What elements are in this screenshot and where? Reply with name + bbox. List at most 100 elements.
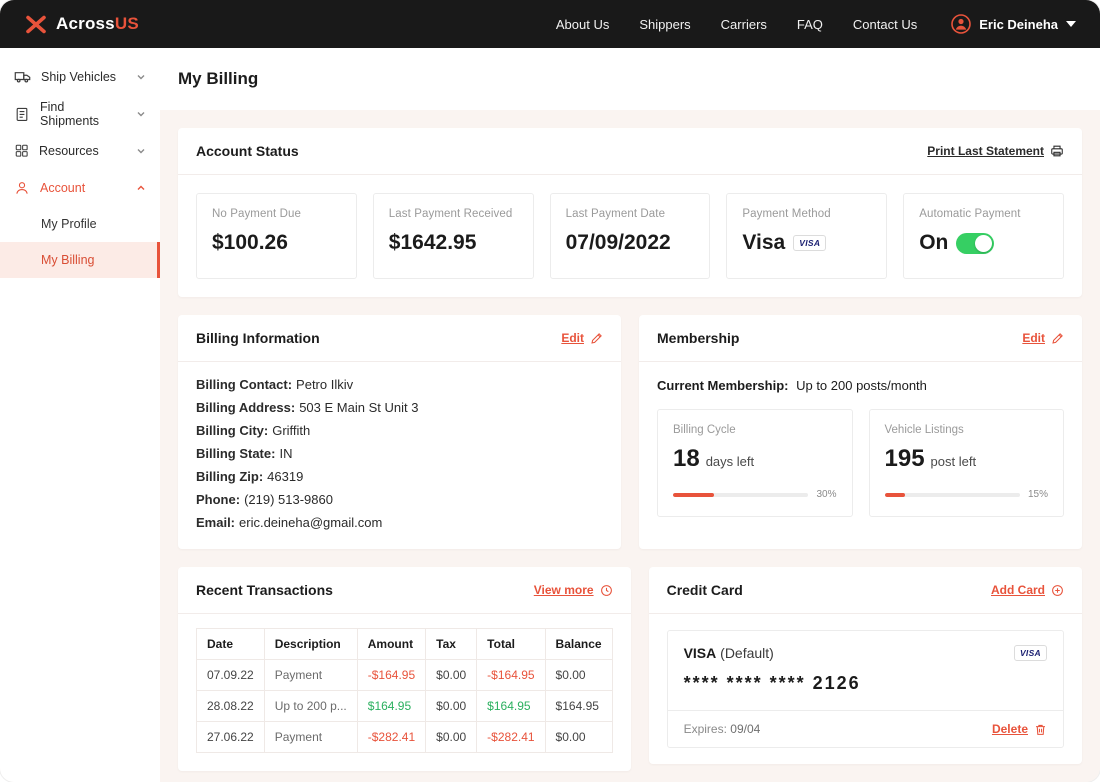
account-status-card: Account Status Print Last Statement No P… [178,128,1082,297]
cell-date: 28.08.22 [196,690,265,722]
field-billing-zip: Billing Zip: 46319 [196,469,304,484]
stat-no-payment-due: No Payment Due $100.26 [196,193,357,279]
card-number: **** **** **** 2126 [683,673,861,693]
recent-transactions-card: Recent Transactions View more Date Descr… [178,567,631,771]
plus-circle-icon [1051,584,1064,597]
table-row: 27.06.22 Payment -$282.41 $0.00 -$282.41… [196,721,613,753]
nav-link-faq[interactable]: FAQ [797,17,823,32]
sidebar-item-label: Find Shipments [40,99,100,128]
membership-card: Membership Edit Current Membership: Up t… [639,315,1082,549]
meter-number: 18 [673,445,700,472]
stat-value: 07/09/2022 [565,231,671,254]
membership-title: Membership [657,330,740,346]
nav-link-about-us[interactable]: About Us [556,17,609,32]
credit-card-body: VISA (Default) VISA **** **** **** 2126 … [649,614,1082,764]
sidebar-item-my-profile[interactable]: My Profile [0,206,160,242]
progress-percent: 30% [816,489,837,500]
visa-badge: VISA [1013,645,1047,661]
sidebar-item-label: Ship Vehicles [41,69,117,84]
stat-label: Last Payment Date [565,208,666,220]
meter-label: Billing Cycle [673,424,736,436]
stat-label: Last Payment Received [388,208,513,220]
field-billing-state: Billing State: IN [196,446,293,461]
col-header-tax: Tax [425,628,478,660]
meter-unit: post left [930,454,977,469]
delete-card-link[interactable]: Delete [992,722,1047,736]
billing-information-title: Billing Information [196,330,320,346]
view-more-link[interactable]: View more [534,583,613,597]
chevron-down-icon [136,72,146,82]
sidebar-item-account[interactable]: Account [0,169,160,206]
print-last-statement-link[interactable]: Print Last Statement [927,144,1064,158]
brand-name: AcrossUS [56,14,139,33]
table-row: 07.09.22 Payment -$164.95 $0.00 -$164.95… [196,659,613,691]
nav-link-shippers[interactable]: Shippers [639,17,690,32]
sub-item-label: My Billing [41,253,95,267]
user-avatar-icon [951,14,972,34]
person-icon [14,180,30,196]
user-name: Eric Deineha [979,16,1058,32]
stat-label: Automatic Payment [919,208,1021,220]
stat-label: No Payment Due [212,208,301,220]
stat-last-payment-date: Last Payment Date 07/09/2022 [549,193,711,279]
nav-link-contact-us[interactable]: Contact Us [853,17,917,32]
visa-badge: VISA [793,235,827,251]
cell-description: Up to 200 p... [263,690,358,722]
transactions-table: Date Description Amount Tax Total Balanc… [196,628,613,753]
billing-information-card: Billing Information Edit Billing Contact… [178,315,621,549]
col-header-total: Total [476,628,546,660]
stat-label: Payment Method [742,208,831,220]
sidebar-item-resources[interactable]: Resources [0,132,160,169]
billing-cycle-meter: Billing Cycle 18 days left 30% [657,409,853,517]
table-row: 28.08.22 Up to 200 p... $164.95 $0.00 $1… [196,690,613,722]
grid-icon [14,143,29,158]
cell-description: Payment [263,721,358,753]
cell-amount: -$282.41 [356,721,427,753]
progress-bar [673,492,809,497]
cell-total: -$282.41 [476,721,546,753]
automatic-payment-toggle[interactable] [956,232,995,254]
cell-tax: $0.00 [425,721,478,753]
progress-bar [884,492,1020,497]
field-phone: Phone: (219) 513-9860 [196,492,333,507]
edit-membership-link[interactable]: Edit [1022,331,1064,345]
user-menu[interactable]: Eric Deineha [951,14,1076,34]
trash-icon [1034,723,1047,736]
app-window: AcrossUS About Us Shippers Carriers FAQ … [0,0,1100,782]
clock-icon [600,584,613,597]
cell-amount: -$164.95 [356,659,427,691]
membership-body: Current Membership: Up to 200 posts/mont… [639,362,1082,533]
cell-balance: $164.95 [544,690,613,722]
col-header-amount: Amount [356,628,427,660]
stat-value: Visa [742,231,786,254]
vehicle-listings-meter: Vehicle Listings 195 post left 15% [868,409,1064,517]
meter-number: 195 [884,445,925,472]
content-area: Account Status Print Last Statement No P… [160,110,1100,782]
sidebar-item-label: Resources [39,143,99,158]
current-membership: Current Membership: Up to 200 posts/mont… [657,378,927,393]
recent-transactions-title: Recent Transactions [196,582,333,598]
edit-billing-info-link[interactable]: Edit [561,331,603,345]
stat-value: $1642.95 [388,231,477,254]
field-billing-city: Billing City: Griffith [196,423,311,438]
sidebar-item-ship-vehicles[interactable]: Ship Vehicles [0,58,160,95]
card-expires: Expires: 09/04 [683,722,761,736]
truck-icon [14,68,31,85]
billing-fields: Billing Contact: Petro Ilkiv Billing Addr… [178,362,621,549]
sidebar-item-my-billing[interactable]: My Billing [0,242,160,278]
top-navbar: AcrossUS About Us Shippers Carriers FAQ … [0,0,1100,48]
page-header: My Billing [160,48,1100,110]
cell-tax: $0.00 [425,659,478,691]
sidebar-item-find-shipments[interactable]: Find Shipments [0,95,160,132]
add-card-link[interactable]: Add Card [991,583,1064,597]
cell-description: Payment [263,659,358,691]
col-header-balance: Balance [544,628,613,660]
field-billing-address: Billing Address: 503 E Main St Unit 3 [196,400,419,415]
brand-logo[interactable]: AcrossUS [24,14,139,34]
account-status-stats: No Payment Due $100.26 Last Payment Rece… [178,175,1082,297]
credit-card-card: Credit Card Add Card VISA (Default) VISA… [648,567,1082,764]
cell-total: -$164.95 [476,659,546,691]
nav-link-carriers[interactable]: Carriers [721,17,767,32]
printer-icon [1050,144,1064,158]
sidebar: Ship Vehicles Find Shipments Resources A… [0,48,160,782]
